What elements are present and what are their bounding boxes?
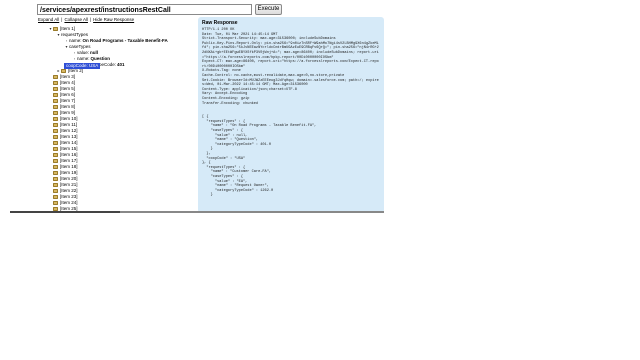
- folder-icon: [53, 87, 58, 91]
- folder-icon: [53, 201, 58, 205]
- folder-icon: [53, 135, 58, 139]
- link-separator: |: [61, 17, 63, 22]
- collapse-all-link[interactable]: Collapse All: [64, 17, 88, 22]
- rest-url-input[interactable]: /services/apexrest/instructionsRestCall: [37, 4, 252, 15]
- horizontal-scrollbar[interactable]: [10, 211, 384, 213]
- expand-all-link[interactable]: Expand All: [38, 17, 59, 22]
- folder-icon: [53, 105, 58, 109]
- link-separator: |: [89, 17, 92, 22]
- folder-icon: [53, 159, 58, 163]
- folder-icon: [53, 81, 58, 85]
- folder-icon: [53, 183, 58, 187]
- tree-value: 401: [117, 62, 125, 67]
- folder-icon: [53, 27, 58, 31]
- scrollbar-thumb[interactable]: [10, 211, 120, 213]
- folder-icon: [53, 99, 58, 103]
- tree-action-links: Expand All | Collapse All | Hide Raw Respons…: [38, 17, 134, 22]
- raw-response-body: HTTP/1.1 200 OK Date: Tue, 01 Mar 2021 1…: [202, 28, 379, 198]
- folder-icon: [53, 165, 58, 169]
- hide-raw-response-link[interactable]: Hide Raw Response: [93, 17, 134, 22]
- folder-icon: [53, 171, 58, 175]
- folder-icon: [53, 189, 58, 193]
- workbench-rest-explorer: /services/apexrest/instructionsRestCall …: [0, 0, 640, 360]
- tree-node-label: coopCode: USA: [66, 62, 99, 68]
- folder-icon: [53, 177, 58, 181]
- raw-response-title: Raw Response: [202, 20, 238, 26]
- folder-icon: [53, 141, 58, 145]
- execute-button[interactable]: Execute: [255, 4, 282, 15]
- response-tree: ▾ [Item 1] ▾ requestTypes › name: On Roa…: [48, 25, 200, 213]
- folder-icon: [53, 117, 58, 121]
- folder-icon: [53, 195, 58, 199]
- folder-icon: [53, 111, 58, 115]
- folder-icon: [53, 147, 58, 151]
- tree-value: On Road Programs - Taxable Benefit-FA: [82, 38, 168, 43]
- tree-leaf-coop-code-selected[interactable]: coopCode: USA: [64, 62, 101, 69]
- folder-icon: [53, 75, 58, 79]
- folder-icon: [53, 123, 58, 127]
- raw-response-panel: Raw Response HTTP/1.1 200 OK Date: Tue, …: [198, 17, 384, 213]
- folder-icon: [53, 129, 58, 133]
- folder-icon: [61, 69, 66, 73]
- folder-icon: [53, 153, 58, 157]
- folder-icon: [53, 93, 58, 97]
